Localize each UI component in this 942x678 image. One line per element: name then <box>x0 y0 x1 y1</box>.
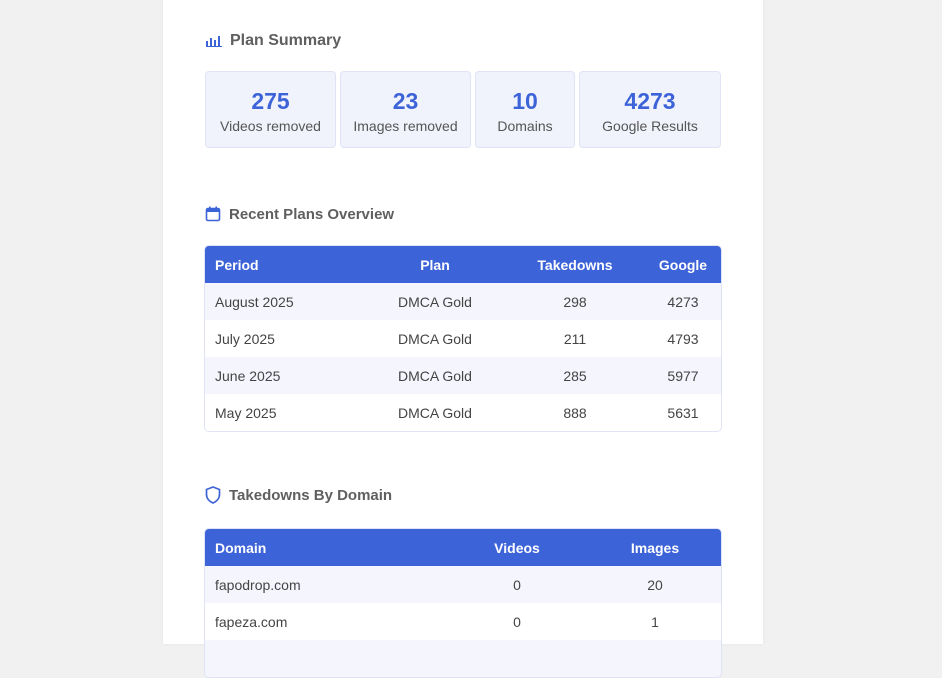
table-cell: May 2025 <box>205 394 365 431</box>
table-row: fapeza.com 0 1 <box>205 603 721 640</box>
table-cell: 1 <box>589 603 721 640</box>
table-cell: 285 <box>505 357 645 394</box>
table-cell: July 2025 <box>205 320 365 357</box>
table-cell: June 2025 <box>205 357 365 394</box>
table-row: May 2025 DMCA Gold 888 5631 <box>205 394 721 431</box>
bar-chart-icon <box>205 32 223 50</box>
column-header: Takedowns <box>505 246 645 283</box>
column-header: Images <box>589 529 721 566</box>
table-cell: DMCA Gold <box>365 394 505 431</box>
stat-value: 23 <box>392 88 419 114</box>
shield-icon <box>204 486 222 504</box>
table-header-row: Period Plan Takedowns Google <box>205 246 721 283</box>
table-row: fapodrop.com 0 20 <box>205 566 721 603</box>
report-card: Plan Summary 275 Videos removed 23 Image… <box>163 0 763 678</box>
stat-label: Domains <box>497 118 553 134</box>
table-cell: 5977 <box>645 357 721 394</box>
stat-value: 275 <box>251 88 290 114</box>
stat-domains: 10 Domains <box>475 71 575 148</box>
table-cell: DMCA Gold <box>365 357 505 394</box>
table-cell: 298 <box>505 283 645 320</box>
recent-plans-title: Recent Plans Overview <box>229 205 395 223</box>
table-cell: 888 <box>505 394 645 431</box>
stat-label: Google Results <box>602 118 698 134</box>
column-header: Google <box>645 246 721 283</box>
takedowns-by-domain-heading: Takedowns By Domain <box>204 486 392 504</box>
plan-summary-title: Plan Summary <box>230 32 342 49</box>
stat-value: 10 <box>512 88 538 114</box>
table-cell: 0 <box>445 566 589 603</box>
table-cell <box>589 640 721 677</box>
domains-table: Domain Videos Images fapodrop.com 0 20 f… <box>204 528 722 678</box>
table-header-row: Domain Videos Images <box>205 529 721 566</box>
table-cell: DMCA Gold <box>365 320 505 357</box>
stat-label: Images removed <box>353 118 458 134</box>
column-header: Plan <box>365 246 505 283</box>
plan-summary-heading: Plan Summary <box>205 32 341 50</box>
table-cell: fapeza.com <box>205 603 445 640</box>
table-cell: 4273 <box>645 283 721 320</box>
table-row <box>205 640 721 677</box>
table-cell: DMCA Gold <box>365 283 505 320</box>
table-row: August 2025 DMCA Gold 298 4273 <box>205 283 721 320</box>
column-header: Period <box>205 246 365 283</box>
stat-images-removed: 23 Images removed <box>340 71 471 148</box>
table-cell: 0 <box>445 603 589 640</box>
table-cell <box>205 640 445 677</box>
recent-plans-table: Period Plan Takedowns Google August 2025… <box>204 245 722 432</box>
stat-label: Videos removed <box>220 118 321 134</box>
table-row: July 2025 DMCA Gold 211 4793 <box>205 320 721 357</box>
takedowns-by-domain-title: Takedowns By Domain <box>229 486 393 504</box>
recent-plans-heading: Recent Plans Overview <box>204 205 394 223</box>
table-cell: 5631 <box>645 394 721 431</box>
table-cell: August 2025 <box>205 283 365 320</box>
stat-videos-removed: 275 Videos removed <box>205 71 336 148</box>
table-cell: 4793 <box>645 320 721 357</box>
table-cell: 20 <box>589 566 721 603</box>
table-cell: fapodrop.com <box>205 566 445 603</box>
column-header: Videos <box>445 529 589 566</box>
stat-google-results: 4273 Google Results <box>579 71 721 148</box>
stat-value: 4273 <box>624 88 676 114</box>
calendar-icon <box>204 205 222 223</box>
table-cell: 211 <box>505 320 645 357</box>
table-cell <box>445 640 589 677</box>
table-row: June 2025 DMCA Gold 285 5977 <box>205 357 721 394</box>
column-header: Domain <box>205 529 445 566</box>
summary-stats: 275 Videos removed 23 Images removed 10 … <box>205 71 721 148</box>
